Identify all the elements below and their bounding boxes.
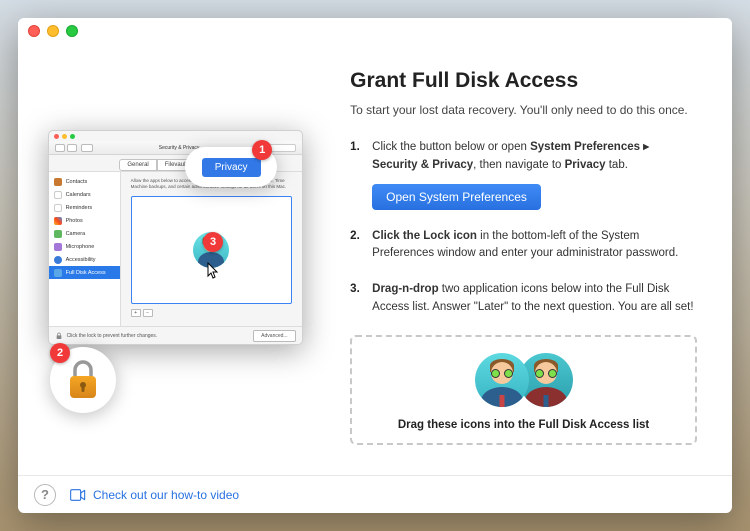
close-window-button[interactable]	[28, 25, 40, 37]
video-link-label: Check out our how-to video	[93, 488, 239, 502]
zoom-window-button[interactable]	[66, 25, 78, 37]
lock-text: Click the lock to prevent further change…	[67, 333, 158, 339]
tab-general: General	[119, 159, 156, 171]
step-2: Click the Lock icon in the bottom-left o…	[350, 228, 697, 264]
page-subtitle: To start your lost data recovery. You'll…	[350, 101, 697, 119]
drop-zone[interactable]: Drag these icons into the Full Disk Acce…	[350, 335, 697, 445]
app-icons	[362, 353, 685, 407]
page-title: Grant Full Disk Access	[350, 69, 697, 93]
sidebar-item-accessibility: Accessibility	[66, 257, 96, 263]
sidebar-item-camera: Camera	[66, 231, 86, 237]
sidebar-item-fulldisk: Full Disk Access	[66, 270, 106, 276]
sidebar-item-photos: Photos	[66, 218, 83, 224]
drop-caption: Drag these icons into the Full Disk Acce…	[362, 419, 685, 431]
instructions-panel: Grant Full Disk Access To start your los…	[332, 44, 732, 475]
lock-icon-small	[55, 332, 63, 340]
main-window: Security & Privacy General Filevault Pri…	[18, 18, 732, 513]
illustration-panel: Security & Privacy General Filevault Pri…	[18, 44, 332, 475]
video-icon	[70, 489, 86, 501]
footer: ? Check out our how-to video	[18, 475, 732, 513]
cursor-icon	[207, 262, 221, 280]
minimize-window-button[interactable]	[47, 25, 59, 37]
titlebar	[18, 18, 732, 44]
sidebar-item-reminders: Reminders	[66, 205, 93, 211]
padlock-icon	[65, 360, 101, 400]
sidebar-item-microphone: Microphone	[66, 244, 95, 250]
sidebar-item-calendars: Calendars	[66, 192, 91, 198]
step-badge-2: 2	[50, 343, 70, 363]
step-badge-3: 3	[203, 232, 223, 252]
open-system-preferences-button[interactable]: Open System Preferences	[372, 184, 541, 210]
sidebar-item-contacts: Contacts	[66, 179, 88, 185]
help-button[interactable]: ?	[34, 484, 56, 506]
content-body: Security & Privacy General Filevault Pri…	[18, 44, 732, 475]
advanced-button: Advanced...	[253, 330, 295, 342]
step-3: Drag-n-drop two application icons below …	[350, 281, 697, 317]
step-1: Click the button below or open System Pr…	[350, 139, 697, 210]
howto-video-link[interactable]: Check out our how-to video	[70, 488, 239, 502]
app-icon-1[interactable]	[475, 353, 529, 407]
